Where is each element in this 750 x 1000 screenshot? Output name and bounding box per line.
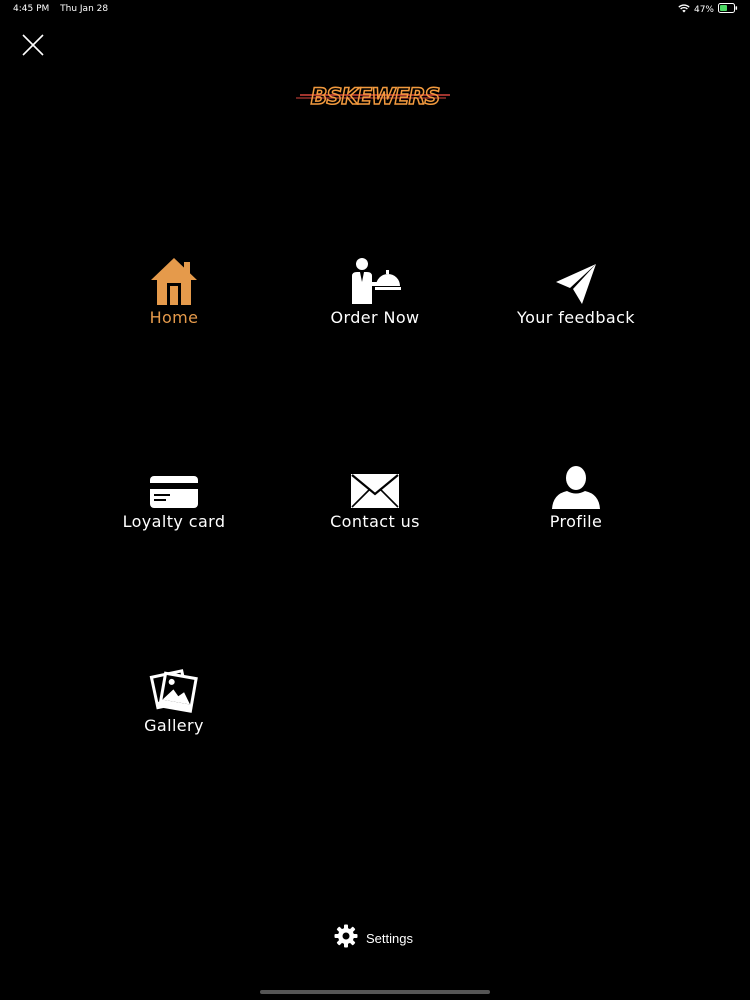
battery-percent: 47% (693, 4, 714, 15)
close-button[interactable] (18, 30, 48, 60)
envelope-icon (350, 460, 400, 510)
waiter-cloche-icon (349, 256, 401, 306)
menu-item-gallery[interactable]: Gallery (79, 664, 269, 754)
menu-item-feedback[interactable]: Your feedback (481, 256, 671, 346)
menu-item-label: Order Now (330, 308, 420, 327)
menu-item-home[interactable]: Home (79, 256, 269, 346)
home-icon (150, 256, 198, 306)
menu-item-label: Profile (549, 512, 603, 531)
menu-item-order-now[interactable]: Order Now (280, 256, 470, 346)
menu-item-loyalty-card[interactable]: Loyalty card (79, 460, 269, 550)
credit-card-icon (149, 460, 199, 510)
status-time: 4:45 PM (13, 4, 50, 14)
menu-item-label: Your feedback (517, 308, 635, 327)
person-icon (551, 460, 601, 510)
wifi-icon (678, 3, 690, 16)
settings-label: Settings (366, 930, 413, 946)
status-bar: 4:45 PM Thu Jan 28 47% (0, 0, 750, 18)
menu-item-label: Contact us (330, 512, 420, 531)
logo-text: BSKEWERS (311, 85, 440, 110)
battery-icon (718, 3, 738, 16)
gear-icon (334, 924, 358, 952)
close-icon (18, 34, 48, 64)
photos-icon (149, 664, 199, 714)
menu-item-label: Loyalty card (122, 512, 226, 531)
settings-button[interactable]: Settings (334, 924, 413, 952)
menu-item-profile[interactable]: Profile (481, 460, 671, 550)
status-date: Thu Jan 28 (60, 4, 109, 14)
paper-plane-icon (554, 256, 598, 306)
menu-item-label: Home (149, 308, 199, 327)
menu-item-contact-us[interactable]: Contact us (280, 460, 470, 550)
brand-logo: BSKEWERS (296, 78, 454, 114)
home-indicator[interactable] (260, 990, 490, 994)
menu-item-label: Gallery (144, 716, 204, 735)
